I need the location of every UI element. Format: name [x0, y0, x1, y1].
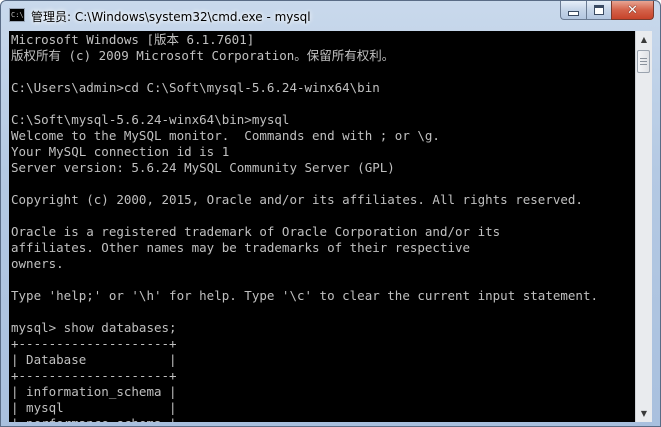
console-line: +--------------------+ [11, 368, 177, 383]
console-line: affiliates. Other names may be trademark… [11, 240, 471, 255]
scroll-up-button[interactable]: ▲ [636, 31, 652, 48]
console-line: Microsoft Windows [版本 6.1.7601] [11, 32, 255, 47]
console-line: | Database | [11, 352, 177, 367]
console-output[interactable]: Microsoft Windows [版本 6.1.7601] 版权所有 (c) … [9, 31, 635, 422]
console-line: C:\Soft\mysql-5.6.24-winx64\bin>mysql [11, 112, 290, 127]
grip-line [640, 58, 647, 59]
minimize-button[interactable] [560, 1, 586, 20]
vertical-scrollbar[interactable]: ▲ ▼ [635, 31, 652, 422]
close-button[interactable]: ✕ [611, 1, 654, 20]
cmd-icon[interactable]: C:\ [9, 8, 25, 22]
console-text: Microsoft Windows [版本 6.1.7601] 版权所有 (c) … [9, 31, 635, 422]
grip-line [640, 64, 647, 65]
cmd-window: C:\ 管理员: C:\Windows\system32\cmd.exe - m… [0, 0, 661, 427]
console-line: Copyright (c) 2000, 2015, Oracle and/or … [11, 192, 583, 207]
console-line: | performance_schema | [11, 416, 635, 422]
minimize-icon [568, 10, 579, 16]
console-line: C:\Users\admin>cd C:\Soft\mysql-5.6.24-w… [11, 80, 380, 95]
scroll-thumb[interactable] [637, 50, 650, 73]
caption-buttons: ✕ [560, 1, 654, 21]
console-line: | information_schema | [11, 384, 177, 399]
console-line: owners. [11, 256, 64, 271]
console-line: Type 'help;' or '\h' for help. Type '\c'… [11, 288, 598, 303]
maximize-button[interactable] [586, 1, 611, 20]
title-bar[interactable]: C:\ 管理员: C:\Windows\system32\cmd.exe - m… [1, 1, 660, 31]
scroll-down-button[interactable]: ▼ [636, 405, 652, 422]
console-line: Your MySQL connection id is 1 [11, 144, 230, 159]
console-line: Server version: 5.6.24 MySQL Community S… [11, 160, 395, 175]
chevron-up-icon: ▲ [640, 35, 648, 44]
console-line: 版权所有 (c) 2009 Microsoft Corporation。保留所有… [11, 48, 395, 63]
console-line: | mysql | [11, 400, 177, 415]
chevron-down-icon: ▼ [640, 409, 648, 418]
console-line: Oracle is a registered trademark of Orac… [11, 224, 501, 239]
console-line: Welcome to the MySQL monitor. Commands e… [11, 128, 440, 143]
console-line: +--------------------+ [11, 336, 177, 351]
console-line: mysql> show databases; [11, 320, 177, 335]
grip-line [640, 61, 647, 62]
maximize-icon [594, 5, 604, 15]
window-title: 管理员: C:\Windows\system32\cmd.exe - mysql [31, 10, 311, 24]
close-icon: ✕ [627, 2, 638, 18]
